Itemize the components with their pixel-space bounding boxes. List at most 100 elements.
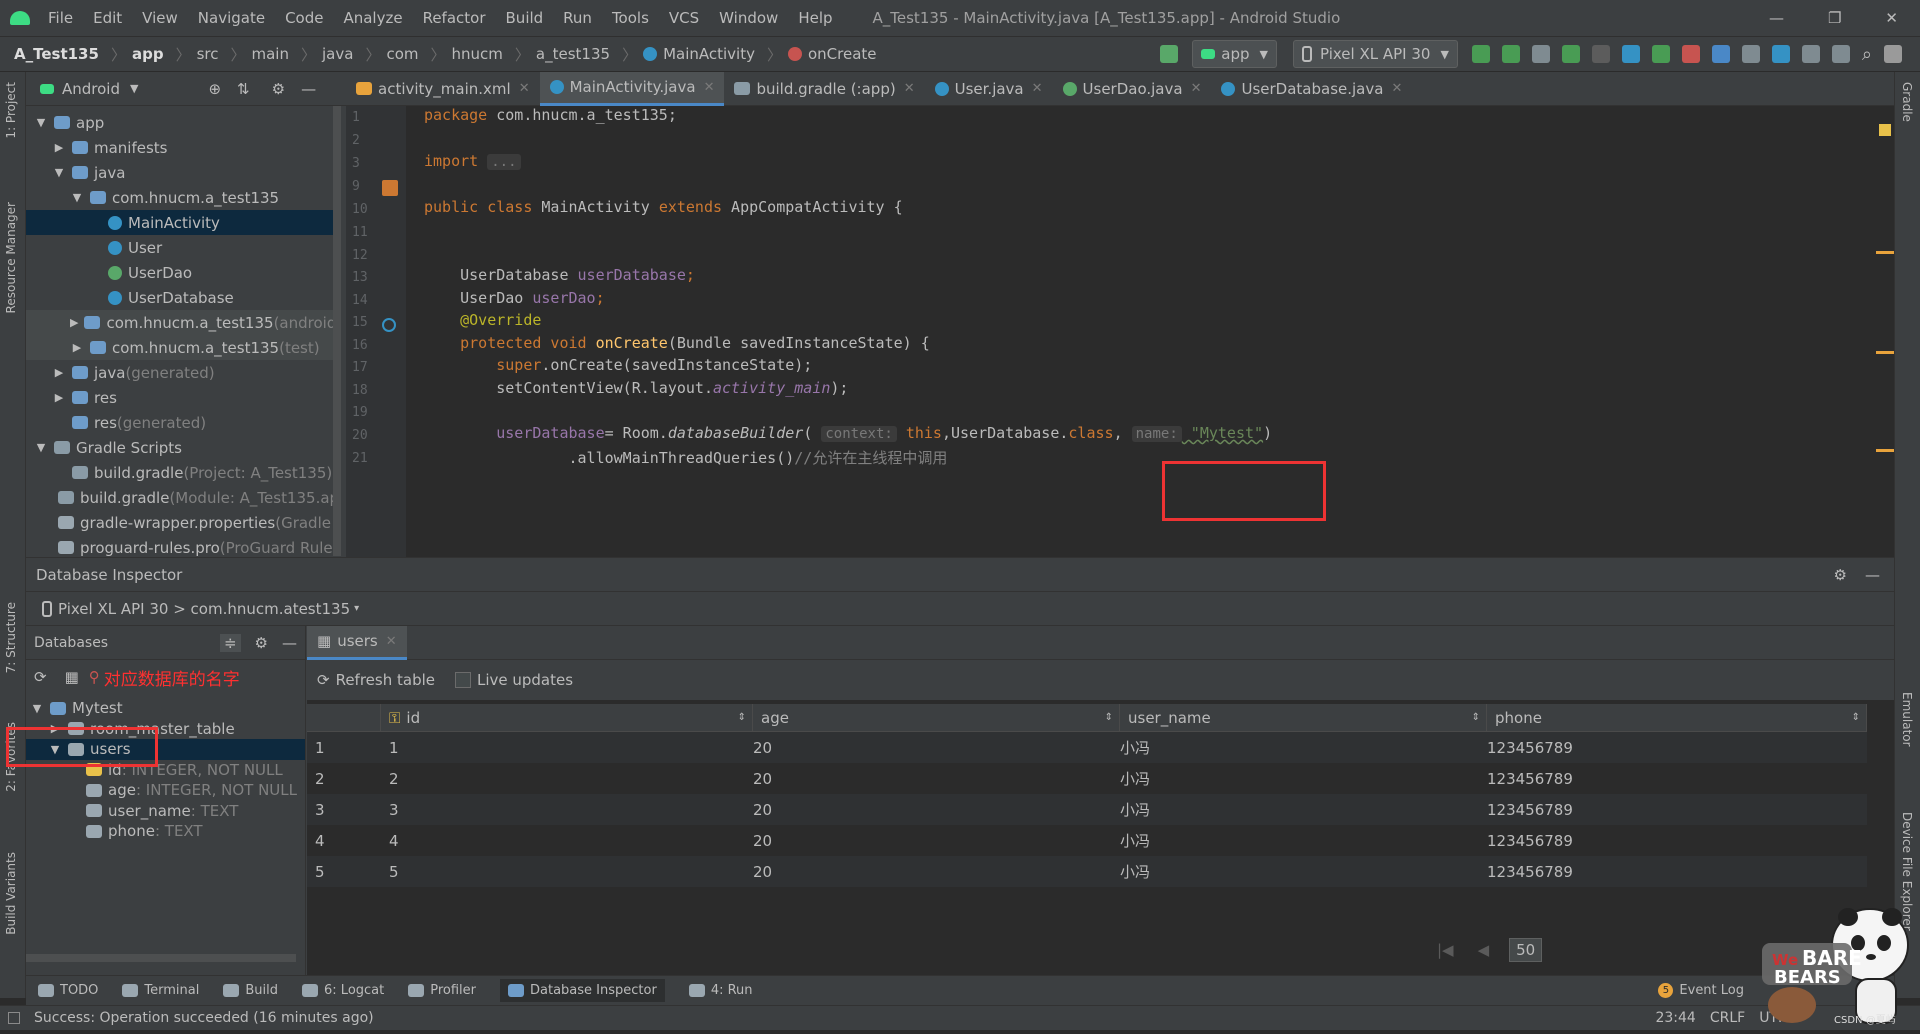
profile-icon[interactable] [1621,45,1640,63]
tree-node[interactable]: gradle-wrapper.properties (Gradle Versio… [26,510,336,535]
breadcrumb-item[interactable]: A_Test135 [14,45,99,63]
tree-node[interactable]: ▶ com.hnucm.a_test135 (test) [26,335,336,360]
tool-window-hammer[interactable]: Build [223,983,278,998]
prev-page-icon[interactable]: ◀ [1478,941,1490,959]
sort-icon[interactable]: ⇕ [1852,712,1860,723]
project-scrollbar[interactable] [333,106,341,556]
db-tree-node[interactable]: phone : TEXT [26,821,305,842]
editor-error-stripe[interactable] [1876,106,1894,557]
tool-window-gauge[interactable]: Profiler [408,983,476,998]
table-cell[interactable]: 20 [745,732,1112,763]
close-icon[interactable]: ✕ [1191,81,1202,96]
status-square-icon[interactable] [8,1012,20,1024]
menu-file[interactable]: File [48,9,73,27]
editor-tab[interactable]: UserDao.java ✕ [1053,72,1212,106]
expand-arrow-icon[interactable]: ▶ [52,391,66,404]
expand-arrow-icon[interactable]: ▼ [34,441,48,454]
sort-icon[interactable]: ⇕ [1105,712,1113,723]
menu-tools[interactable]: Tools [612,9,649,27]
breadcrumb-item[interactable]: java [322,45,353,63]
search-icon[interactable]: ⌕ [1862,44,1872,65]
tree-node[interactable]: ▶ manifests [26,135,336,160]
minimize-button[interactable]: — [1769,9,1784,27]
menu-refactor[interactable]: Refactor [423,9,486,27]
tool-window-logcat[interactable]: 6: Logcat [302,983,384,998]
tree-node[interactable]: ▼ Gradle Scripts [26,435,336,460]
column-header[interactable]: age ⇕ [753,704,1120,732]
build-hammer-icon[interactable] [1160,45,1179,63]
fold-placeholder[interactable]: ... [487,154,521,170]
table-cell[interactable]: 123456789 [1479,794,1859,825]
avd-manager-icon[interactable] [1741,45,1760,63]
editor-tab[interactable]: UserDatabase.java ✕ [1211,72,1412,106]
editor-tab[interactable]: User.java ✕ [925,72,1053,106]
table-cell[interactable]: 小冯 [1112,856,1479,887]
event-log-button[interactable]: 5 Event Log [1658,983,1744,998]
breadcrumb-item[interactable]: a_test135 [536,45,610,63]
gear-icon[interactable]: ⚙ [255,634,268,652]
device-select[interactable]: Pixel XL API 30 ▼ [1292,40,1458,68]
menu-analyze[interactable]: Analyze [343,9,402,27]
tree-node[interactable]: ▶ res [26,385,336,410]
expand-arrow-icon[interactable]: ▼ [70,191,84,204]
expand-arrow-icon[interactable]: ▶ [70,341,84,354]
run-list-icon[interactable] [1531,45,1550,63]
hide-icon[interactable]: — [282,634,297,652]
expand-arrow-icon[interactable]: ▶ [70,316,78,329]
breadcrumb-item[interactable]: hnucm [452,45,503,63]
tool-window-play[interactable]: 4: Run [688,983,753,998]
expand-arrow-icon[interactable]: ▶ [52,141,66,154]
tree-node[interactable]: ▶ com.hnucm.a_test135 (androidTest) [26,310,336,335]
breadcrumb-item[interactable]: src [197,45,219,63]
collapse-all-icon[interactable]: ≑ [219,633,241,652]
tree-node[interactable]: build.gradle (Module: A_Test135.app) [26,485,336,510]
breadcrumb-item[interactable]: app [132,45,164,63]
table-cell[interactable]: 123456789 [1479,825,1859,856]
project-view-select[interactable]: Android [62,80,120,98]
table-cell[interactable]: 小冯 [1112,825,1479,856]
hide-icon[interactable]: — [301,80,316,98]
sort-icon[interactable]: ⇕ [738,712,746,723]
databases-hscrollbar[interactable] [26,954,296,962]
close-icon[interactable]: ✕ [704,80,715,95]
side-tab-resource-manager[interactable]: Resource Manager [4,202,18,313]
tree-node[interactable]: User [26,235,336,260]
expand-arrow-icon[interactable]: ▶ [52,366,66,379]
menu-edit[interactable]: Edit [93,9,122,27]
menu-help[interactable]: Help [798,9,832,27]
table-cell[interactable]: 20 [745,794,1112,825]
device-manager-icon[interactable] [1801,45,1820,63]
tree-node[interactable]: UserDatabase [26,285,336,310]
column-header[interactable]: user_name ⇕ [1120,704,1487,732]
menu-build[interactable]: Build [506,9,544,27]
tree-node[interactable]: res (generated) [26,410,336,435]
live-updates-checkbox[interactable]: Live updates [454,671,573,689]
expand-arrow-icon[interactable]: ▼ [52,166,66,179]
close-icon[interactable]: ✕ [1391,81,1402,96]
table-cell[interactable]: 123456789 [1479,732,1859,763]
page-size-input[interactable]: 50 [1509,938,1543,962]
side-tab-gradle[interactable]: Gradle [1900,82,1914,122]
menu-view[interactable]: View [142,9,178,27]
table-cell[interactable]: 小冯 [1112,732,1479,763]
override-gutter-icon[interactable] [382,318,396,332]
side-tab-emulator[interactable]: Emulator [1900,692,1914,747]
table-cell[interactable]: 20 [745,856,1112,887]
collapse-all-icon[interactable]: ⇅ [237,80,250,98]
run-config-select[interactable]: app ▼ [1192,40,1277,68]
refresh-table-button[interactable]: ⟳ Refresh table [317,671,435,689]
tree-node[interactable]: ▼ com.hnucm.a_test135 [26,185,336,210]
tab-users[interactable]: ▦ users ✕ [307,625,407,660]
account-icon[interactable] [1884,45,1902,63]
line-separator[interactable]: CRLF [1710,1010,1745,1026]
tree-node[interactable]: UserDao [26,260,336,285]
breadcrumb-item[interactable]: onCreate [788,45,877,63]
db-tree-node[interactable]: ▼ Mytest [26,698,305,719]
expand-arrow-icon[interactable]: ▼ [34,116,48,129]
tree-node[interactable]: ▼ java [26,160,336,185]
tool-window-terminal[interactable]: Terminal [122,983,199,998]
table-cell[interactable]: 1 [381,732,753,763]
apply-code-changes-icon[interactable] [1501,45,1520,63]
breadcrumb-item[interactable]: com [386,45,418,63]
stop-icon[interactable] [1681,45,1700,63]
